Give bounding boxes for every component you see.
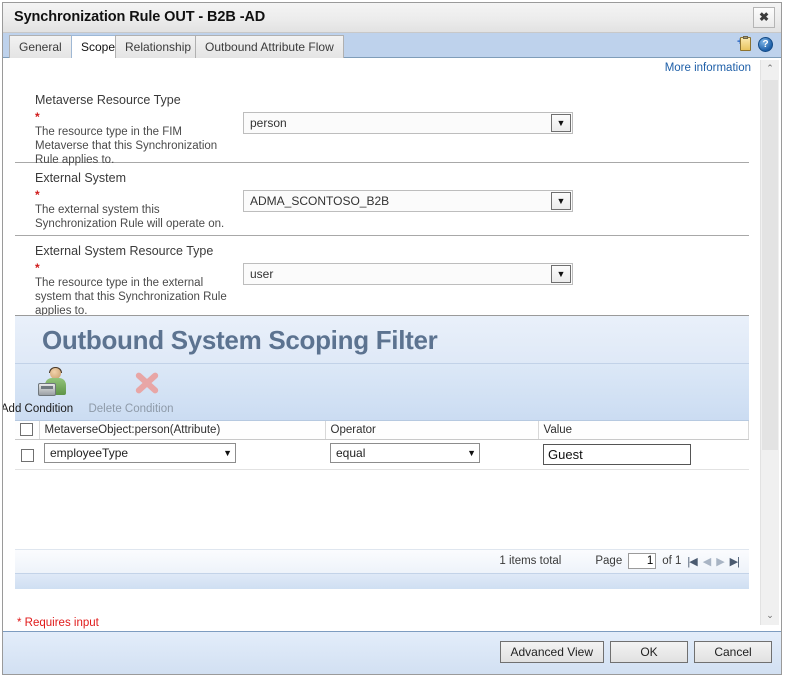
page-label: Page [595,555,622,567]
tab-bar-actions: + ? [737,36,773,52]
select-all-cell [15,421,39,440]
advanced-view-button[interactable]: Advanced View [500,641,605,663]
cell-attribute: employeeType ▼ [39,440,325,470]
row-select-cell [15,440,39,470]
operator-select[interactable]: equal ▼ [330,443,480,463]
field-metaverse-resource-type: Metaverse Resource Type * The resource t… [15,85,749,163]
more-information-link[interactable]: More information [665,62,751,74]
content-area: More information Metaverse Resource Type… [3,58,781,627]
selected-value: person [250,116,287,130]
add-clipboard-icon[interactable]: + [737,36,751,52]
field-control: person ▼ [243,112,573,134]
selected-value: user [250,267,273,281]
prev-page-button[interactable]: ◀ [703,555,710,568]
requires-input-note: * Requires input [17,617,99,629]
field-description: The resource type in the external system… [35,276,230,318]
items-total-label: 1 items total [499,555,561,567]
field-label: External System [35,171,126,185]
scroll-down-icon[interactable]: ⌄ [761,607,779,625]
required-marker: * [35,261,40,275]
clipboard-body [740,37,751,51]
grid-pager: 1 items total Page of 1 |◀ ◀ ▶ ▶| [499,553,739,569]
icon-device [38,383,56,396]
add-condition-label: Add Condition [3,403,73,415]
attribute-select[interactable]: employeeType ▼ [44,443,236,463]
select-all-checkbox[interactable] [20,423,33,436]
scroll-viewport: More information Metaverse Resource Type… [3,58,759,627]
footer-button-group: Advanced View OK Cancel [500,641,773,663]
column-header-operator[interactable]: Operator [325,421,538,440]
filter-panel-title: Outbound System Scoping Filter [15,316,749,356]
column-header-value[interactable]: Value [538,421,749,440]
chevron-down-icon: ▼ [551,265,571,283]
required-marker: * [35,188,40,202]
field-external-system: External System * The external system th… [15,163,749,236]
tab-bar: General Scope Relationship Outbound Attr… [3,33,781,58]
external-system-select[interactable]: ADMA_SCONTOSO_B2B ▼ [243,190,573,212]
value-input[interactable] [543,444,691,465]
field-control: ADMA_SCONTOSO_B2B ▼ [243,190,573,212]
table-row: employeeType ▼ equal ▼ [15,440,749,470]
delete-condition-label: Delete Condition [88,403,173,415]
next-page-button[interactable]: ▶ [716,555,723,568]
sync-rule-dialog: Synchronization Rule OUT - B2B -AD ✖ Gen… [2,2,782,675]
scroll-up-icon[interactable]: ⌃ [761,60,779,78]
last-page-button[interactable]: ▶| [730,555,739,568]
cell-operator: equal ▼ [325,440,538,470]
filter-toolbar: Add Condition Delete Condition [15,364,749,421]
external-system-resource-type-select[interactable]: user ▼ [243,263,573,285]
close-icon[interactable]: ✖ [753,7,775,28]
outbound-scoping-filter-panel: Outbound System Scoping Filter Add Condi… [15,315,749,589]
page-number-input[interactable] [628,553,656,569]
selected-value: employeeType [50,446,128,460]
vertical-scrollbar[interactable]: ⌃ ⌄ [760,60,779,625]
grid-empty-space [15,470,749,549]
dialog-footer: Advanced View OK Cancel [3,631,781,674]
filter-panel-footer [15,573,749,589]
chevron-down-icon: ▼ [551,114,571,132]
ok-button[interactable]: OK [610,641,688,663]
clipboard-clip [743,36,748,39]
chevron-down-icon: ▼ [223,446,232,460]
filter-panel-header: Outbound System Scoping Filter [15,316,749,364]
field-external-system-resource-type: External System Resource Type * The reso… [15,236,749,311]
cancel-button[interactable]: Cancel [694,641,772,663]
tab-general[interactable]: General [9,35,72,58]
chevron-down-icon: ▼ [551,192,571,210]
tab-relationship[interactable]: Relationship [115,35,201,58]
page-of-label: of 1 [662,555,681,567]
chevron-down-icon: ▼ [467,446,476,460]
field-control: user ▼ [243,263,573,285]
metaverse-resource-type-select[interactable]: person ▼ [243,112,573,134]
grid-pager-strip: 1 items total Page of 1 |◀ ◀ ▶ ▶| [15,549,749,573]
conditions-grid: MetaverseObject:person(Attribute) Operat… [15,421,749,470]
field-description: The external system this Synchronization… [35,203,230,231]
required-marker: * [35,110,40,124]
dialog-titlebar: Synchronization Rule OUT - B2B -AD ✖ [3,3,781,33]
dialog-title: Synchronization Rule OUT - B2B -AD [14,9,265,25]
field-description: The resource type in the FIM Metaverse t… [35,125,230,167]
grid-header-row: MetaverseObject:person(Attribute) Operat… [15,421,749,440]
field-label: External System Resource Type [35,244,213,258]
help-icon[interactable]: ? [758,37,773,52]
first-page-button[interactable]: |◀ [687,555,696,568]
selected-value: ADMA_SCONTOSO_B2B [250,194,389,208]
column-header-attribute[interactable]: MetaverseObject:person(Attribute) [39,421,325,440]
scrollbar-thumb[interactable] [762,80,778,450]
field-label: Metaverse Resource Type [35,93,181,107]
selected-value: equal [336,446,365,460]
cell-value [538,440,749,470]
tab-outbound-attribute-flow[interactable]: Outbound Attribute Flow [195,35,344,58]
row-checkbox[interactable] [21,449,34,462]
